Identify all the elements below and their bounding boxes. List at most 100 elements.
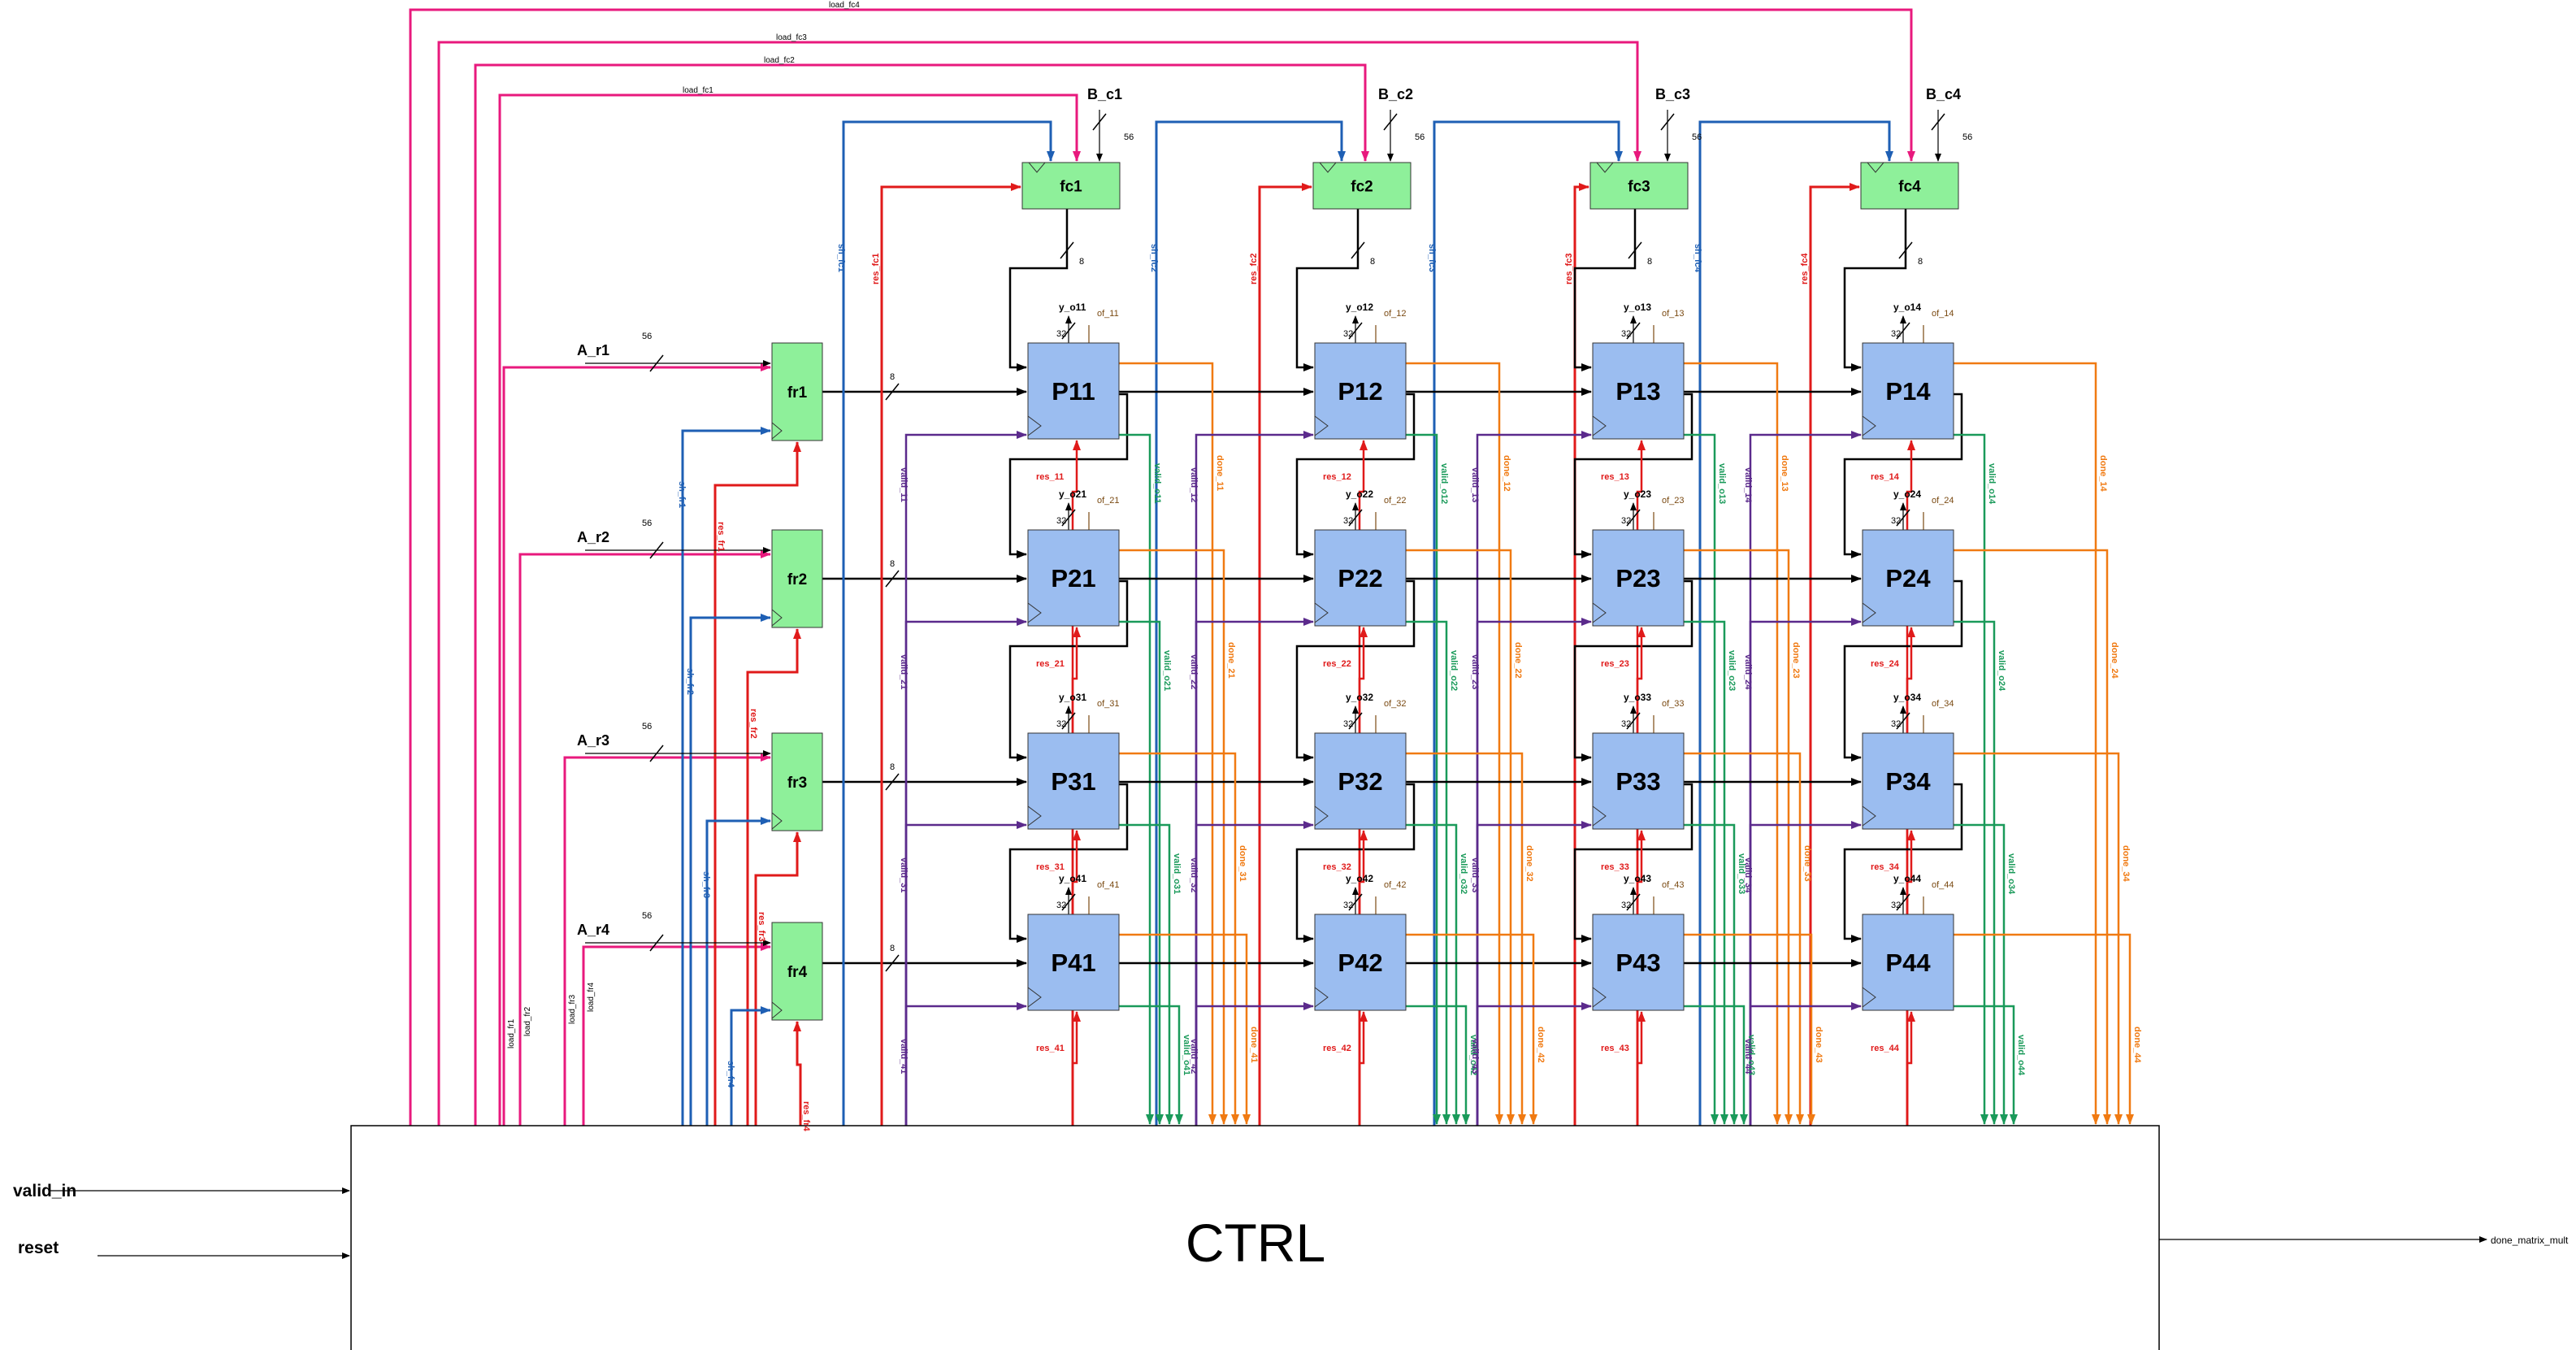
of-output-label: of_23 (1662, 496, 1685, 506)
of-output-label: of_43 (1662, 880, 1685, 890)
res-fc-wire (1258, 183, 1312, 1126)
fr-name: fr2 (787, 571, 807, 588)
pe-name: P43 (1615, 948, 1660, 977)
res-label: res_24 (1871, 659, 1900, 669)
bus-width-label: 32 (1343, 901, 1353, 910)
valid-label: valid_42 (1189, 1039, 1199, 1074)
y-output-label: y_o34 (1893, 692, 1921, 703)
valid-in-label: valid_in (13, 1182, 76, 1200)
of-output-label: of_13 (1662, 309, 1685, 319)
valid-wire (1195, 1002, 1314, 1126)
res-label: res_32 (1323, 862, 1351, 872)
res-fc-wire (1809, 183, 1860, 1126)
y-output-label: y_o13 (1624, 302, 1651, 313)
sh-fc-label: sh_fc2 (1149, 244, 1159, 272)
bus-width-label: 32 (1891, 901, 1901, 910)
bus-width-label: 32 (1343, 516, 1353, 526)
res-label: res_23 (1601, 659, 1629, 669)
pe-name: P21 (1051, 564, 1095, 593)
done-wire (1406, 752, 1526, 1125)
of-output-label: of_12 (1384, 309, 1407, 319)
res-label: res_14 (1871, 472, 1900, 482)
fc-name: fc1 (1060, 179, 1082, 196)
bus-width-label: 32 (1621, 719, 1631, 729)
load-fr-wire (518, 550, 771, 1126)
sh-fr-label: sh_fr1 (677, 481, 687, 508)
sh-fr-label: sh_fr4 (726, 1061, 735, 1088)
res-label: res_31 (1036, 862, 1065, 872)
valid-label: valid_44 (1743, 1039, 1753, 1074)
y-output-label: y_o33 (1624, 692, 1651, 703)
fr-name: fr4 (787, 964, 808, 981)
valid-out-wire (1954, 433, 1988, 1125)
bus-width-label: 32 (1621, 901, 1631, 910)
b-col-bus-label: B_c1 (1087, 86, 1122, 102)
done-wire (1406, 362, 1503, 1125)
res-fr-label: res_fr2 (748, 709, 758, 739)
bus-width-label: 8 (1370, 257, 1375, 267)
y-output-label: y_o11 (1059, 302, 1086, 313)
res-label: res_21 (1036, 659, 1065, 669)
y-output-label: y_o44 (1893, 873, 1921, 884)
valid-label: valid_31 (899, 857, 909, 892)
valid-wire (1195, 821, 1314, 1126)
wire-layer (49, 8, 2487, 1259)
valid-out-label: valid_o14 (1987, 463, 1997, 505)
res-fr-label: res_fr4 (801, 1101, 811, 1132)
done-wire (1954, 549, 2111, 1125)
done-wire (1119, 549, 1228, 1125)
valid-out-wire (1119, 433, 1154, 1125)
res-fr-label: res_fr3 (757, 912, 766, 942)
done-wire (1119, 752, 1239, 1125)
valid-out-label: valid_o21 (1162, 650, 1172, 691)
y-output-label: y_o12 (1346, 302, 1373, 313)
valid-label: valid_32 (1189, 857, 1199, 892)
pe-name: P31 (1051, 767, 1095, 796)
valid-out-label: valid_o23 (1727, 650, 1737, 691)
of-output-label: of_11 (1097, 309, 1119, 319)
valid-label: valid_24 (1743, 654, 1753, 690)
load-fr-label: load_fr1 (507, 1018, 516, 1048)
sh-fr-label: sh_fr3 (701, 871, 711, 898)
of-output-label: of_32 (1384, 699, 1407, 709)
done-label: done_21 (1226, 642, 1236, 679)
bus-width-label: 32 (1343, 329, 1353, 339)
done-wire (1954, 933, 2134, 1125)
pe-name: P44 (1885, 948, 1931, 977)
valid-label: valid_34 (1743, 857, 1753, 893)
reset-label: reset (18, 1239, 59, 1257)
res-fr-wire (793, 1021, 802, 1126)
load-fc-label: load_fc4 (829, 1, 860, 10)
pe-name: P14 (1885, 377, 1931, 406)
res-label: res_41 (1036, 1044, 1065, 1053)
valid-out-label: valid_o44 (2016, 1035, 2026, 1076)
valid-label: valid_14 (1743, 467, 1753, 503)
valid-label: valid_21 (899, 654, 909, 689)
res-label: res_43 (1601, 1044, 1629, 1053)
valid-label: valid_43 (1470, 1039, 1480, 1074)
res-fr-label: res_fr1 (716, 522, 726, 552)
done-label: done_34 (2121, 845, 2131, 883)
pe-name: P23 (1615, 564, 1660, 593)
res-label: res_13 (1601, 472, 1629, 482)
done-label: done_41 (1249, 1027, 1259, 1063)
valid-out-wire (1406, 823, 1460, 1125)
fc-name: fc4 (1898, 179, 1921, 196)
done-label: done_13 (1780, 455, 1789, 492)
valid-out-label: valid_o31 (1172, 853, 1182, 894)
a-row-bus-label: A_r3 (577, 732, 609, 749)
valid-out-label: valid_o34 (2006, 853, 2016, 895)
load-fr-label: load_fr4 (587, 982, 596, 1012)
y-output-label: y_o24 (1893, 488, 1921, 500)
done-label: done_31 (1238, 845, 1247, 882)
bus-width-label: 8 (890, 762, 895, 772)
bus-width-label: 56 (1124, 132, 1134, 142)
bus-width-label: 32 (1891, 329, 1901, 339)
valid-out-label: valid_o11 (1152, 463, 1162, 504)
b-col-bus-label: B_c3 (1655, 86, 1690, 102)
bus-width-label: 32 (1056, 329, 1066, 339)
done-label: done_22 (1513, 642, 1523, 679)
pe-name: P11 (1052, 377, 1095, 406)
load-fr-wire (563, 753, 771, 1126)
valid-label: valid_23 (1470, 654, 1480, 689)
